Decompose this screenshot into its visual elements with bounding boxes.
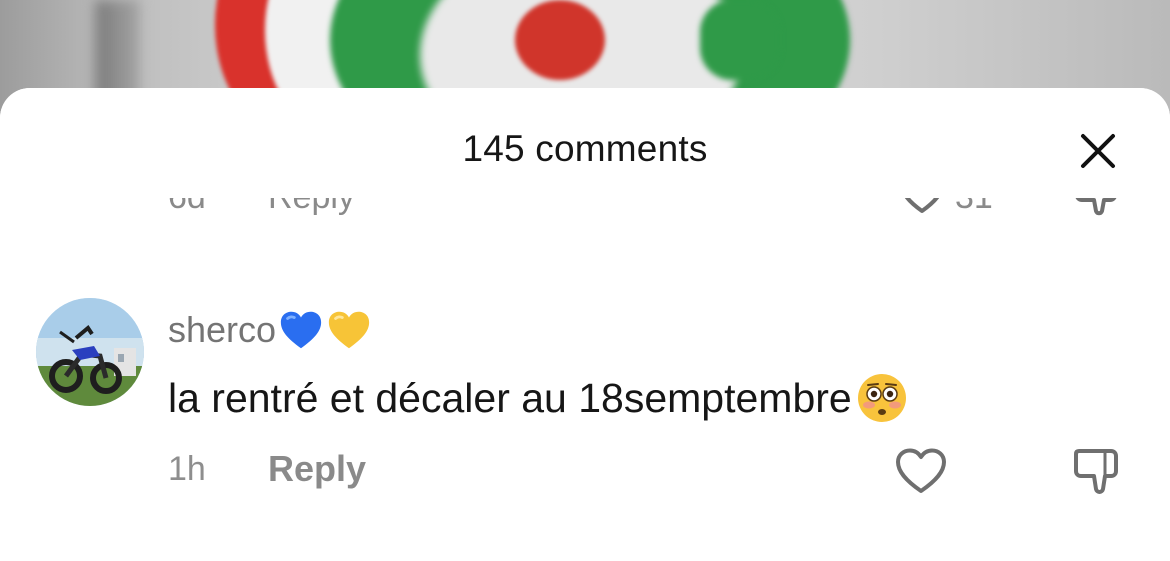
flushed-face-icon: [857, 374, 906, 422]
video-blur-shape: [700, 0, 780, 80]
reply-button[interactable]: Reply: [268, 448, 366, 490]
comment-username[interactable]: sherco: [168, 308, 372, 352]
heart-icon[interactable]: [894, 446, 948, 496]
comments-header: 145 comments: [0, 88, 1170, 198]
comments-sheet: 6d Reply 31 145 comments: [0, 88, 1170, 561]
dislike-icon[interactable]: [1070, 446, 1124, 498]
comment-body: la rentré et décaler au 18semptembre: [168, 374, 852, 421]
comment-text: la rentré et décaler au 18semptembre: [168, 372, 908, 424]
yellow-heart-icon: [328, 311, 370, 349]
video-blur-shape: [515, 0, 605, 80]
avatar[interactable]: [36, 298, 144, 406]
blue-heart-icon: [280, 311, 322, 349]
username-text: sherco: [168, 309, 277, 350]
close-icon[interactable]: [1078, 131, 1118, 171]
comments-count-title: 145 comments: [462, 128, 708, 169]
comment-item: sherco la rentré et décaler au 18semptem…: [0, 298, 1170, 498]
comment-time: 1h: [168, 450, 206, 488]
motorcycle-avatar-image: [36, 298, 144, 406]
